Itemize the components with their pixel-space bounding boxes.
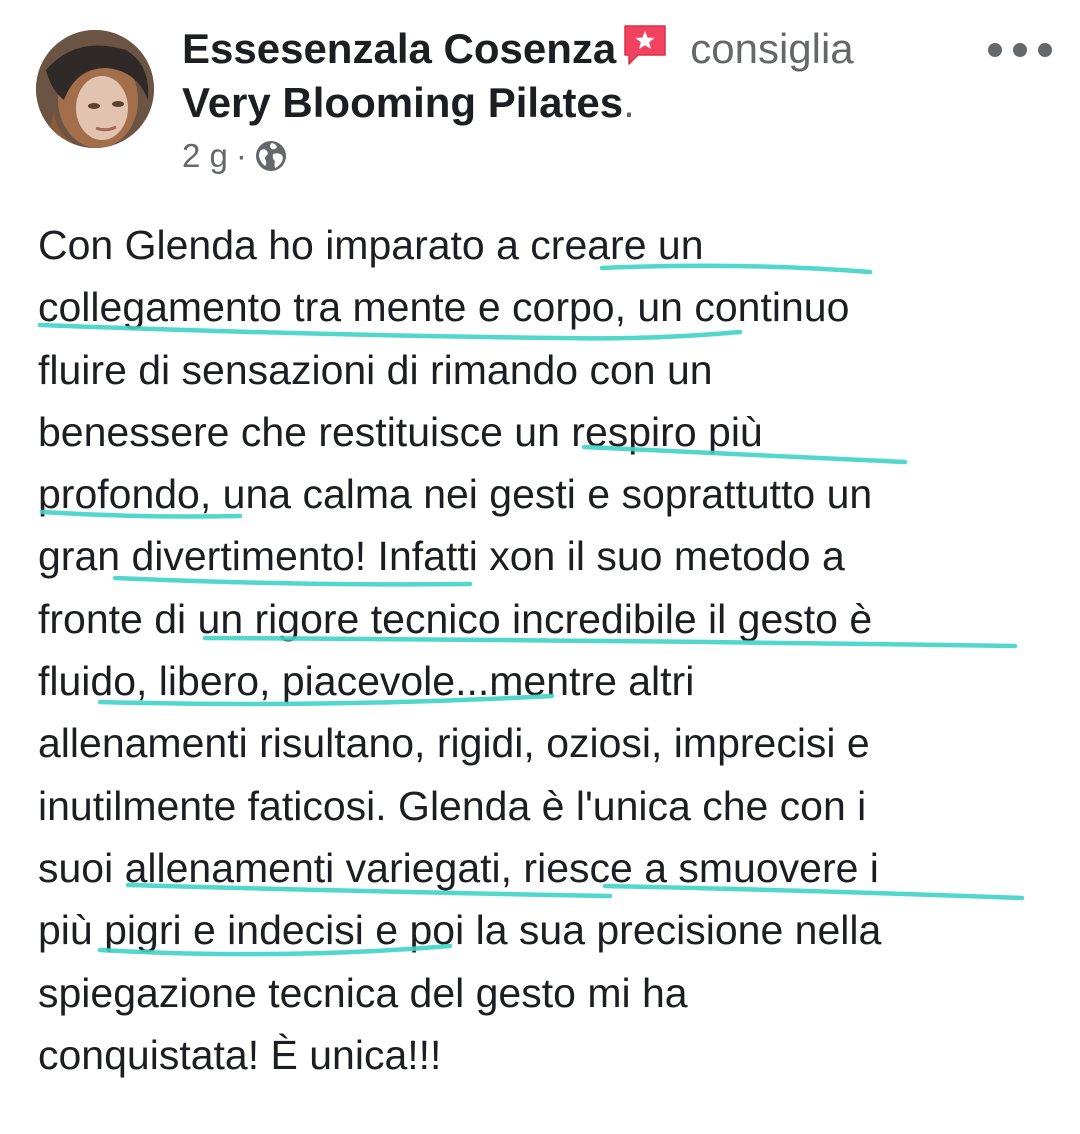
recommend-flag-icon	[622, 23, 668, 67]
more-dot	[988, 43, 1002, 57]
page-name[interactable]: Very Blooming Pilates	[182, 79, 623, 126]
avatar[interactable]	[36, 30, 154, 148]
page-suffix: .	[623, 79, 635, 126]
post-card: Essesenzala Cosenza consiglia Very Bloom…	[0, 0, 1080, 1134]
more-options-icon[interactable]	[988, 38, 1052, 62]
post-meta: 2 g ·	[182, 136, 982, 176]
meta-separator: ·	[235, 137, 247, 174]
recommends-label: consiglia	[690, 25, 854, 72]
more-dot	[1013, 43, 1027, 57]
header-title-line-1: Essesenzala Cosenza consiglia	[182, 22, 982, 76]
avatar-image	[36, 30, 154, 148]
more-dot	[1038, 43, 1052, 57]
post-time[interactable]: 2 g	[182, 136, 228, 176]
post-text: Con Glenda ho imparato a creare un colle…	[38, 222, 882, 1078]
header-title-line-2: Very Blooming Pilates.	[182, 76, 982, 130]
author-name[interactable]: Essesenzala Cosenza	[182, 25, 616, 72]
globe-icon[interactable]	[255, 140, 287, 172]
post-header: Essesenzala Cosenza consiglia Very Bloom…	[182, 22, 982, 176]
